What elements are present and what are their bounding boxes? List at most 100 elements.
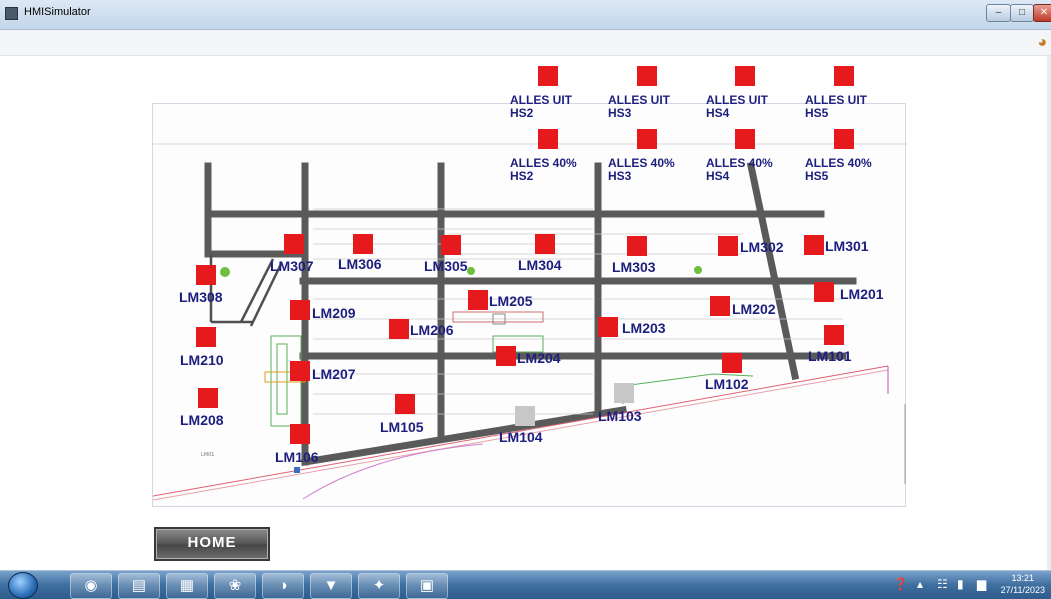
hs-label-line2: HS2 (510, 106, 534, 120)
tray-expand-icon[interactable]: ▴ (917, 577, 923, 591)
lamp-indicator-lm306[interactable] (353, 234, 373, 254)
taskbar-app-hmi-icon[interactable]: ▣ (406, 573, 448, 599)
edge-icon: ◑ (278, 577, 288, 594)
lamp-indicator-lm103[interactable] (614, 383, 634, 403)
lamp-indicator-lm104[interactable] (515, 406, 535, 426)
help-icon[interactable]: ❓ (893, 577, 908, 591)
lamp-label: LM304 (518, 257, 562, 273)
window-title: HMISimulator (24, 6, 91, 18)
lamp-label: LM305 (424, 258, 468, 274)
lamp-label: LM303 (612, 259, 656, 275)
lamp-indicator-lm102[interactable] (722, 353, 742, 373)
lamp-label: LM209 (312, 305, 356, 321)
hs-label: ALLES 40% HS4 (706, 157, 773, 183)
site-marker-a (220, 267, 230, 277)
file-explorer-icon: ▤ (131, 577, 147, 594)
lamp-indicator-lm105[interactable] (395, 394, 415, 414)
taskbar-app-spreadsheet-icon[interactable]: ▦ (166, 573, 208, 599)
home-button[interactable]: HOME (154, 527, 270, 561)
hs-label: ALLES 40% HS5 (805, 157, 872, 183)
lamp-label: LM308 (179, 289, 223, 305)
hs-toggle-button[interactable] (834, 129, 854, 149)
taskbar: ◉ ▤ ▦ ❀ ◑ ▼ ✦ ▣ ❓ ▴ ☷ ▮ ▆ 13:21 27/11/2023 (0, 570, 1051, 599)
hmi-icon: ▣ (419, 577, 435, 594)
taskbar-app-paint-icon[interactable]: ❀ (214, 573, 256, 599)
battery-icon[interactable]: ▮ (957, 577, 964, 591)
chrome-icon: ◉ (84, 577, 98, 594)
lamp-indicator-lm307[interactable] (284, 234, 304, 254)
tool-red-icon: ▼ (323, 577, 339, 594)
network-icon[interactable]: ☷ (937, 577, 948, 591)
lamp-indicator-lm302[interactable] (718, 236, 738, 256)
hs-label-line2: HS3 (608, 106, 632, 120)
lamp-label: LM106 (275, 449, 319, 465)
hs-label-line2: HS3 (608, 169, 632, 183)
paint-bucket-icon[interactable]: ◕ (1037, 34, 1047, 52)
hs-toggle-button[interactable] (538, 66, 558, 86)
lamp-label: LM307 (270, 258, 314, 274)
lamp-label: LM103 (598, 408, 642, 424)
road-diagonal-east (746, 161, 800, 381)
lamp-label: LM208 (180, 412, 224, 428)
lamp-indicator-lm101[interactable] (824, 325, 844, 345)
clock[interactable]: 13:21 27/11/2023 (1001, 572, 1045, 596)
lamp-label: LM302 (740, 239, 784, 255)
title-bar: HMISimulator – □ ✕ (0, 0, 1051, 30)
hs-toggle-button[interactable] (735, 66, 755, 86)
lamp-indicator-lm204[interactable] (496, 346, 516, 366)
lamp-indicator-lm210[interactable] (196, 327, 216, 347)
lamp-label: LM203 (622, 320, 666, 336)
taskbar-app-tool-icon[interactable]: ✦ (358, 573, 400, 599)
hs-toggle-button[interactable] (538, 129, 558, 149)
spreadsheet-icon: ▦ (179, 577, 195, 594)
lamp-indicator-lm207[interactable] (290, 361, 310, 381)
hs-label: ALLES 40% HS2 (510, 157, 577, 183)
hs-label: ALLES UIT HS3 (608, 94, 670, 120)
lamp-indicator-lm209[interactable] (290, 300, 310, 320)
lamp-indicator-lm206[interactable] (389, 319, 409, 339)
lamp-label: LM210 (180, 352, 224, 368)
lamp-indicator-lm301[interactable] (804, 235, 824, 255)
lamp-indicator-lm203[interactable] (598, 317, 618, 337)
hs-toggle-button[interactable] (637, 129, 657, 149)
start-button[interactable] (8, 572, 38, 599)
maximize-button[interactable]: □ (1010, 4, 1034, 22)
lamp-indicator-lm305[interactable] (441, 235, 461, 255)
lamp-indicator-lm303[interactable] (627, 236, 647, 256)
close-button[interactable]: ✕ (1033, 4, 1051, 22)
hs-toggle-button[interactable] (735, 129, 755, 149)
svg-text:LM01: LM01 (201, 452, 214, 458)
lamp-label: LM101 (808, 348, 852, 364)
lamp-label: LM204 (517, 350, 561, 366)
hs-label-line2: HS4 (706, 106, 730, 120)
lamp-label: LM201 (840, 286, 884, 302)
hmi-window: HMISimulator – □ ✕ ◕ LM01 ALLES UIT HS2 … (0, 0, 1051, 570)
hs-toggle-button[interactable] (834, 66, 854, 86)
hs-label-line2: HS4 (706, 169, 730, 183)
taskbar-app-tool-red-icon[interactable]: ▼ (310, 573, 352, 599)
lamp-label: LM205 (489, 293, 533, 309)
lamp-indicator-lm201[interactable] (814, 282, 834, 302)
hs-label-line2: HS5 (805, 106, 829, 120)
lamp-indicator-lm205[interactable] (468, 290, 488, 310)
lamp-indicator-lm202[interactable] (710, 296, 730, 316)
hs-label-line2: HS2 (510, 169, 534, 183)
taskbar-app-chrome-icon[interactable]: ◉ (70, 573, 112, 599)
tool-icon: ✦ (372, 577, 386, 594)
hs-label: ALLES UIT HS2 (510, 94, 572, 120)
volume-icon[interactable]: ▆ (977, 577, 986, 591)
lamp-indicator-lm308[interactable] (196, 265, 216, 285)
lamp-label: LM301 (825, 238, 869, 254)
system-tray: ❓ ▴ ☷ ▮ ▆ 13:21 27/11/2023 (881, 571, 1051, 599)
lamp-indicator-lm106[interactable] (290, 424, 310, 444)
lamp-label: LM202 (732, 301, 776, 317)
taskbar-app-edge-icon[interactable]: ◑ (262, 573, 304, 599)
lamp-label: LM207 (312, 366, 356, 382)
lamp-indicator-lm208[interactable] (198, 388, 218, 408)
lamp-label: LM102 (705, 376, 749, 392)
taskbar-app-file-explorer-icon[interactable]: ▤ (118, 573, 160, 599)
hs-toggle-button[interactable] (637, 66, 657, 86)
lamp-indicator-lm304[interactable] (535, 234, 555, 254)
paint-icon: ❀ (228, 577, 242, 594)
minimize-button[interactable]: – (986, 4, 1011, 22)
